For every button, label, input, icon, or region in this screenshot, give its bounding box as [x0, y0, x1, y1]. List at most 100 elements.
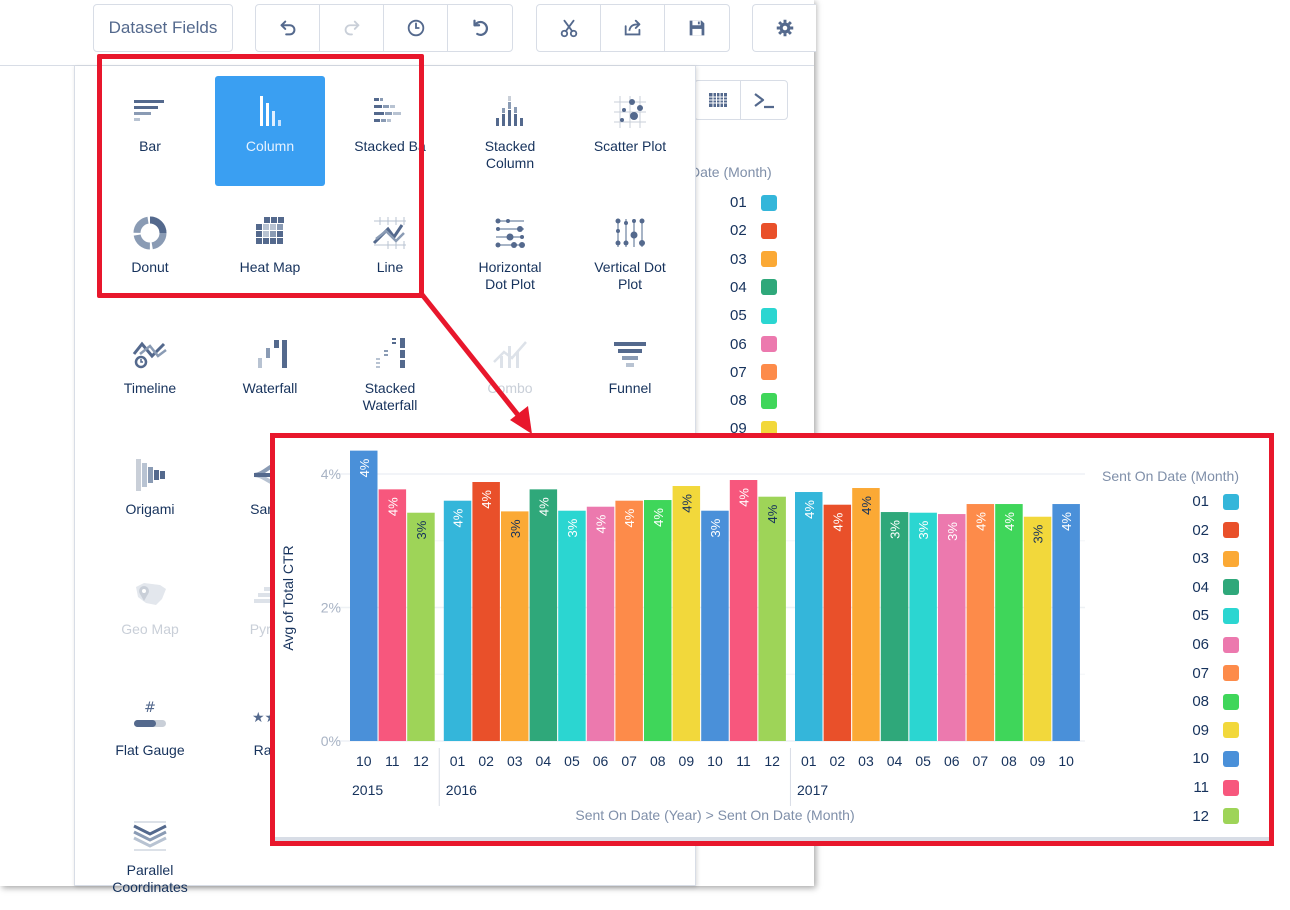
x-tick-label: 01 [450, 753, 466, 769]
x-tick-label: 10 [356, 753, 372, 769]
bar-2016-06 [586, 506, 615, 741]
legend-label: 05 [1192, 607, 1209, 625]
x-tick-label: 10 [1058, 753, 1074, 769]
dataset-fields-label: Dataset Fields [108, 18, 218, 37]
data-label: 3% [1031, 524, 1046, 543]
legend-item-01[interactable]: 01 [1192, 493, 1239, 510]
chart-type-origami[interactable]: Origami [95, 439, 205, 549]
data-label: 3% [508, 519, 523, 538]
scatter-plot-icon [610, 92, 650, 132]
legend-item-09[interactable]: 09 [1192, 722, 1239, 739]
legend-item-03[interactable]: 03 [1192, 550, 1239, 567]
chart-type-flat-gauge[interactable]: # Flat Gauge [95, 680, 205, 790]
x-tick-label: 11 [736, 753, 751, 769]
legend-swatch [760, 392, 777, 409]
data-label: 4% [830, 512, 845, 531]
chart-type-vertical-dot-plot[interactable]: Vertical Dot Plot [575, 197, 685, 307]
cut-button[interactable] [537, 5, 601, 51]
legend-item-11[interactable]: 11 [1193, 779, 1239, 796]
legend-swatch [1223, 750, 1239, 767]
x-tick-label: 07 [973, 753, 989, 769]
stacked-column-icon [490, 92, 530, 132]
history-button[interactable] [384, 5, 448, 51]
data-label: 3% [916, 520, 931, 539]
legend-swatch [1223, 607, 1239, 624]
legend-swatch [760, 194, 777, 211]
data-label: 4% [451, 508, 466, 527]
chart-type-label: Timeline [123, 380, 177, 396]
x-axis-label: Sent On Date (Year) > Sent On Date (Mont… [575, 807, 854, 823]
bar-2016-07 [615, 500, 643, 741]
y-tick-label: 4% [321, 466, 341, 482]
legend-swatch [1223, 636, 1239, 653]
legend-label: 02 [1192, 521, 1209, 539]
bar-2017-01 [795, 492, 823, 741]
terminal-icon [754, 93, 774, 109]
reset-button[interactable] [448, 5, 512, 51]
legend-label: 04 [730, 278, 747, 296]
legend-label: 07 [1192, 664, 1209, 682]
legend-item-05[interactable]: 05 [1192, 607, 1239, 624]
legend-swatch [1223, 808, 1239, 825]
chart-type-horizontal-dot-plot[interactable]: Horizontal Dot Plot [455, 197, 565, 307]
bar-2017-08 [995, 504, 1023, 741]
settings-button[interactable] [752, 4, 816, 52]
query-editor-button[interactable] [741, 81, 787, 119]
legend-label: 09 [1192, 721, 1209, 739]
timeline-icon [130, 334, 170, 374]
legend-item-08[interactable]: 08 [1192, 693, 1239, 710]
data-label: 4% [765, 504, 780, 523]
legend-label: 01 [1192, 493, 1209, 510]
dataset-fields-button[interactable]: Dataset Fields [93, 4, 233, 52]
highlight-box [97, 54, 424, 298]
chart-type-geo-map: Geo Map [95, 559, 205, 669]
bar-2016-08 [644, 500, 672, 741]
chart-type-combo: Combo [455, 318, 565, 428]
chart-type-waterfall[interactable]: Waterfall [215, 318, 325, 428]
parallel-coordinates-icon [130, 816, 170, 856]
chart-type-funnel[interactable]: Funnel [575, 318, 685, 428]
undo-icon [280, 20, 295, 36]
legend-swatch [760, 279, 777, 296]
legend-swatch [760, 222, 777, 239]
data-label: 4% [1002, 512, 1017, 531]
data-label: 4% [357, 458, 372, 477]
bar-2016-09 [672, 486, 701, 741]
chart-type-timeline[interactable]: Timeline [95, 318, 205, 428]
legend-item-10[interactable]: 10 [1192, 750, 1239, 767]
data-label: 3% [708, 518, 723, 537]
vertical-dot-plot-icon [610, 213, 650, 253]
legend-label: 06 [1192, 636, 1209, 653]
legend-label: 08 [1192, 693, 1209, 711]
undo-button[interactable] [256, 5, 320, 51]
chart-options-panel: Date (Month) 01 02 03 04 05 06 07 08 09 [690, 66, 814, 446]
bar-2016-02 [472, 482, 500, 741]
chart-callout: 0% 2% 4% Avg of Total CTR 4% 10 4% 11 3% 12 2015 4%… [270, 433, 1274, 846]
x-tick-label: 06 [593, 753, 609, 769]
chart-type-scatter-plot[interactable]: Scatter Plot [575, 76, 685, 186]
legend-item-06[interactable]: 06 [1192, 636, 1239, 653]
chart-type-label: Combo [487, 380, 533, 396]
legend-item-07[interactable]: 07 [1192, 665, 1239, 682]
legend-item-02[interactable]: 02 [1192, 522, 1239, 539]
table-icon [708, 93, 727, 107]
bar-2016-10 [701, 510, 729, 741]
legend-label: 11 [1193, 779, 1209, 796]
legend-swatch [760, 364, 777, 381]
chart-type-parallel-coordinates[interactable]: Parallel Coordinates [95, 800, 205, 910]
save-button[interactable] [665, 5, 729, 51]
legend-label: 01 [730, 194, 747, 211]
left-strip [0, 66, 74, 886]
share-button[interactable] [601, 5, 665, 51]
bar-2017-06 [938, 514, 966, 741]
x-tick-label: 08 [650, 753, 666, 769]
bar-2016-03 [501, 511, 529, 741]
legend-item-12[interactable]: 12 [1192, 808, 1239, 825]
table-view-button[interactable] [695, 81, 741, 119]
chart-type-label: Stacked Waterfall [362, 380, 418, 413]
x-tick-label: 04 [887, 753, 903, 769]
legend-item-04[interactable]: 04 [1192, 579, 1239, 596]
redo-button[interactable] [320, 5, 384, 51]
chart-type-stacked-waterfall[interactable]: Stacked Waterfall [335, 318, 445, 428]
chart-type-stacked-column[interactable]: Stacked Column [455, 76, 565, 186]
